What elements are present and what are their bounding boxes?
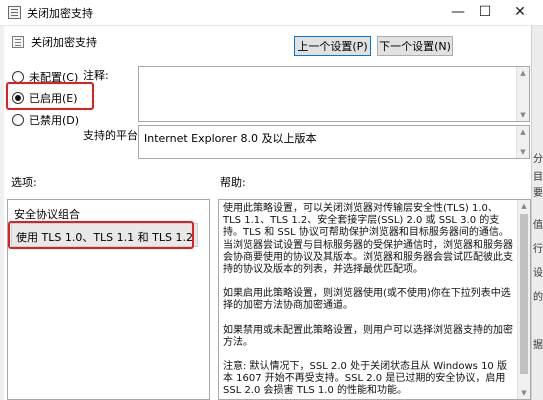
- options-highlight-box: [8, 221, 194, 249]
- help-label: 帮助:: [220, 176, 246, 189]
- scroll-down-icon[interactable]: ▼: [517, 109, 529, 121]
- left-background-strip: [0, 26, 4, 400]
- supported-scrollbar[interactable]: ▲ ▼: [516, 126, 529, 158]
- supported-platform-label: 支持的平台:: [83, 129, 142, 142]
- policy-icon: [12, 36, 24, 48]
- options-group-title: 安全协议组合: [14, 208, 80, 221]
- radio-circle[interactable]: [12, 114, 24, 126]
- comment-scrollbar[interactable]: ▲ ▼: [516, 67, 529, 121]
- next-setting-button[interactable]: 下一个设置(N): [377, 36, 453, 56]
- title-bar: 关闭加密支持 — ☐ ✕: [0, 0, 543, 26]
- enabled-highlight-box: [6, 82, 94, 110]
- policy-app-icon: [8, 6, 21, 19]
- help-scrollbar[interactable]: ▲ ▼: [517, 200, 530, 399]
- scroll-down-icon[interactable]: ▼: [518, 387, 530, 399]
- background-window-strip: 分 目 要 值 行 设 的 据: [531, 26, 543, 400]
- supported-platform-field: Internet Explorer 8.0 及以上版本 ▲ ▼: [138, 125, 530, 159]
- strip-char: 要: [533, 188, 543, 199]
- policy-name: 关闭加密支持: [31, 36, 97, 49]
- help-paragraph: 使用此策略设置，可以关闭浏览器对传输层安全性(TLS) 1.0、TLS 1.1、…: [223, 203, 513, 276]
- strip-char: 值: [533, 220, 543, 231]
- radio-disabled[interactable]: 已禁用(D): [12, 112, 79, 128]
- strip-char: 据: [533, 340, 543, 351]
- scroll-down-icon[interactable]: ▼: [517, 146, 529, 158]
- window-title: 关闭加密支持: [27, 7, 93, 20]
- help-panel: 使用此策略设置，可以关闭浏览器对传输层安全性(TLS) 1.0、TLS 1.1、…: [218, 199, 531, 400]
- radio-label: 已禁用(D): [29, 114, 80, 127]
- options-label: 选项:: [11, 176, 37, 189]
- maximize-button[interactable]: ☐: [468, 0, 502, 24]
- scroll-thumb[interactable]: [520, 214, 528, 374]
- scroll-up-icon[interactable]: ▲: [517, 67, 529, 79]
- close-button[interactable]: ✕: [503, 0, 537, 24]
- help-paragraph: 如果禁用或未配置此策略设置，则用户可以选择浏览器支持的加密方法。: [223, 324, 513, 348]
- strip-char: 行: [533, 244, 543, 255]
- help-text: 使用此策略设置，可以关闭浏览器对传输层安全性(TLS) 1.0、TLS 1.1、…: [223, 203, 515, 399]
- strip-char: 目: [533, 172, 543, 183]
- previous-setting-button[interactable]: 上一个设置(P): [294, 36, 371, 56]
- scroll-up-icon[interactable]: ▲: [517, 126, 529, 138]
- help-paragraph: 如果启用此策略设置，则浏览器使用(或不使用)你在下拉列表中选择的加密方法协商加密…: [223, 288, 511, 312]
- strip-char: 设: [533, 268, 543, 279]
- strip-char: 分: [533, 154, 543, 165]
- supported-platform-value: Internet Explorer 8.0 及以上版本: [144, 132, 317, 145]
- comment-label: 注释:: [83, 69, 109, 82]
- scroll-up-icon[interactable]: ▲: [518, 200, 530, 212]
- help-paragraph: 注意: 默认情况下，SSL 2.0 处于关闭状态且从 Windows 10 版本…: [223, 361, 507, 397]
- comment-field[interactable]: ▲ ▼: [138, 66, 530, 122]
- strip-char: 的: [533, 292, 543, 303]
